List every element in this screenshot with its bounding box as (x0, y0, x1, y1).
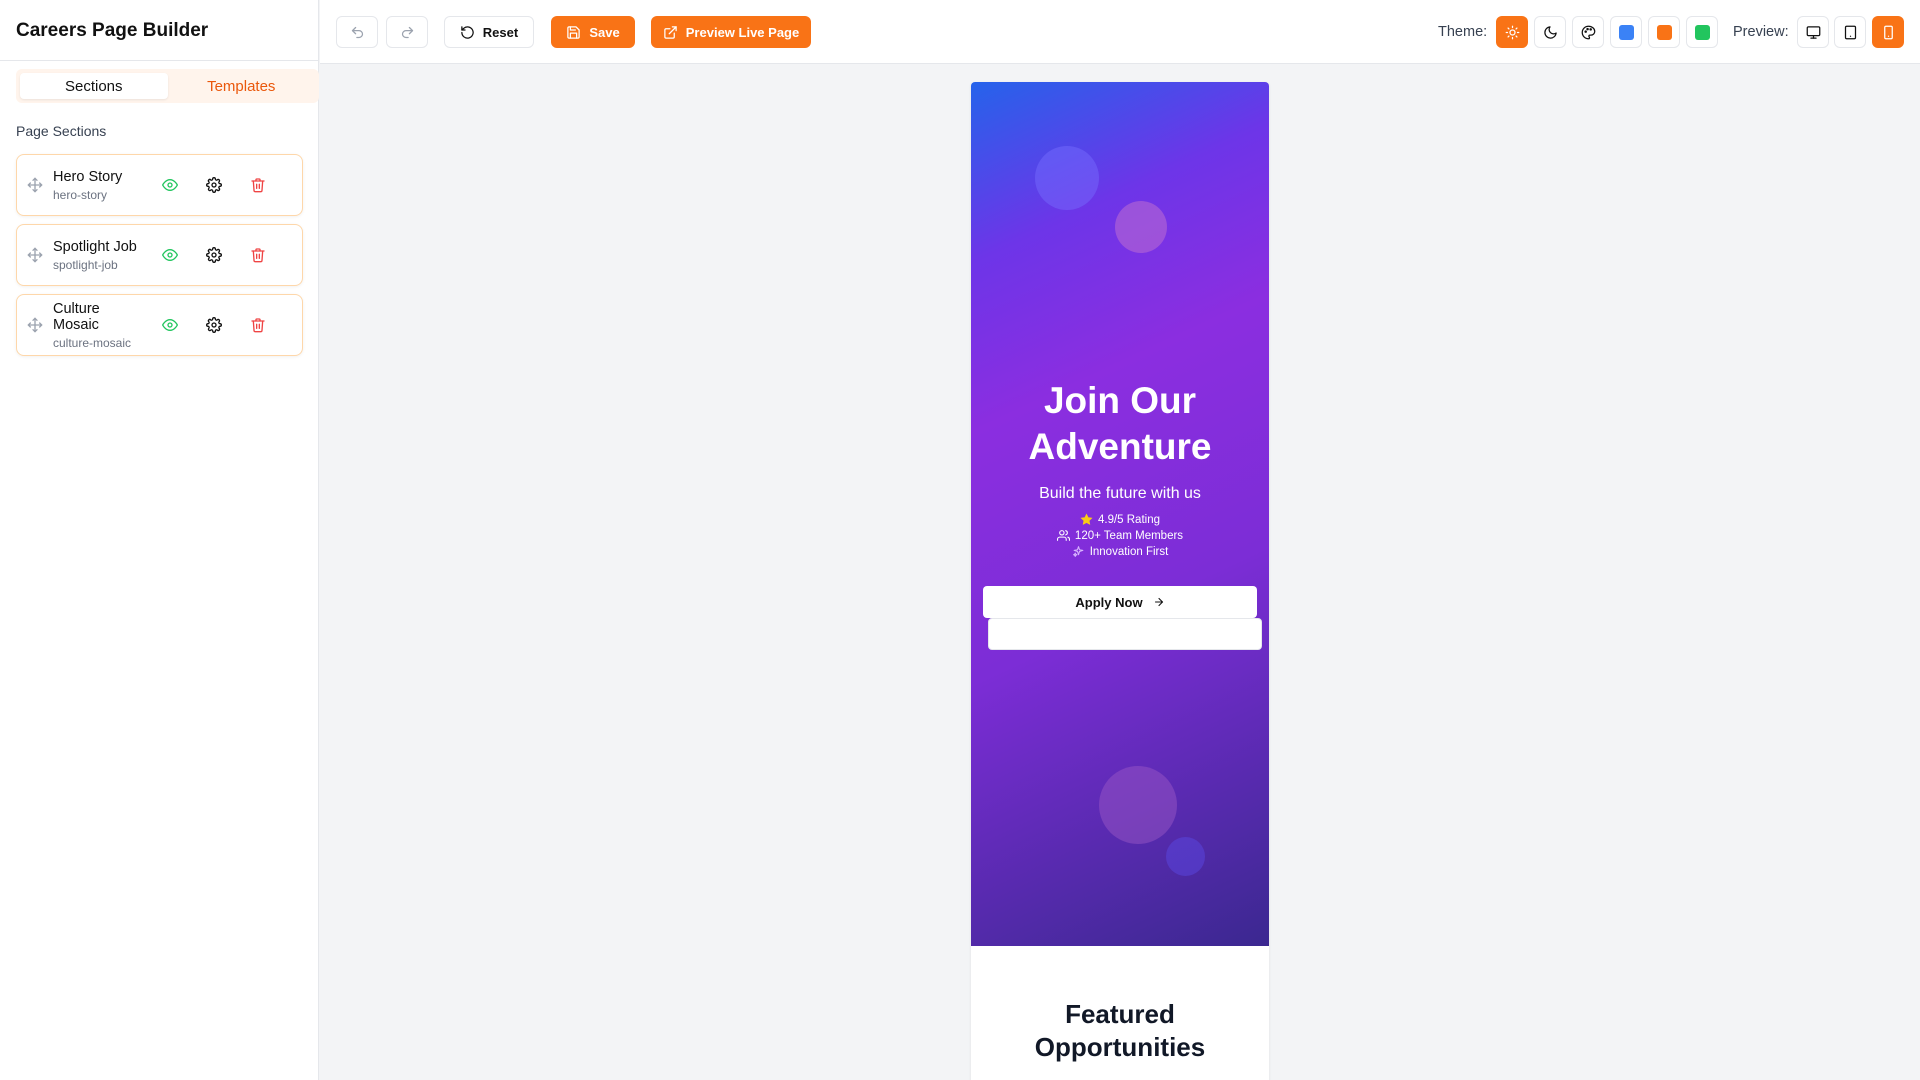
hero-title-line1: Join Our (1043, 380, 1197, 421)
gear-icon[interactable] (192, 239, 236, 271)
preview-tablet-button[interactable] (1834, 16, 1866, 48)
save-button[interactable]: Save (551, 16, 635, 48)
secondary-button[interactable] (988, 618, 1262, 650)
theme-label: Theme: (1438, 24, 1488, 40)
hero-title: Join Our Adventure (971, 378, 1269, 470)
tab-sections[interactable]: Sections (20, 73, 168, 99)
move-icon[interactable] (27, 177, 43, 193)
theme-orange-swatch[interactable] (1648, 16, 1680, 48)
redo-button[interactable] (386, 16, 428, 48)
hero-subtitle: Build the future with us (1039, 485, 1201, 502)
desktop-icon (1806, 25, 1821, 40)
sidebar-tabs: Sections Templates (16, 69, 319, 103)
orange-swatch (1656, 24, 1672, 40)
stat-text: Innovation First (1089, 545, 1169, 558)
save-label: Save (589, 24, 620, 40)
reset-icon (460, 25, 475, 40)
hero-title-line2: Adventure (1028, 426, 1212, 467)
featured-line2: Opportunities (1034, 1032, 1206, 1062)
section-list: Hero Story hero-story Spotlight Job spot… (16, 154, 303, 356)
moon-icon (1543, 25, 1558, 40)
move-icon[interactable] (27, 317, 43, 333)
eye-icon[interactable] (148, 309, 192, 341)
sidebar: Careers Page Builder Sections Templates … (0, 0, 319, 1080)
section-card-culture-mosaic[interactable]: Culture Mosaic culture-mosaic (16, 294, 303, 356)
eye-icon[interactable] (148, 239, 192, 271)
stat-innovation: Innovation First (971, 545, 1269, 558)
arrow-right-icon (1153, 596, 1165, 608)
page-sections-heading: Page Sections (16, 123, 107, 139)
reset-label: Reset (482, 24, 519, 40)
palette-icon (1581, 25, 1596, 40)
star-icon (1080, 513, 1093, 526)
decorative-circle (1035, 146, 1099, 210)
stat-team: 120+ Team Members (971, 529, 1269, 542)
section-card-hero-story[interactable]: Hero Story hero-story (16, 154, 303, 216)
hero-story-section[interactable]: Join Our Adventure Build the future with… (971, 82, 1269, 946)
section-id: spotlight-job (53, 257, 118, 272)
apply-now-label: Apply Now (1075, 594, 1143, 610)
theme-custom-button[interactable] (1572, 16, 1604, 48)
decorative-circle (1099, 766, 1177, 844)
stat-rating: 4.9/5 Rating (971, 513, 1269, 526)
redo-icon (400, 25, 415, 40)
reset-button[interactable]: Reset (444, 16, 534, 48)
toolbar: Reset Save Preview Live Page Theme: Prev… (320, 0, 1920, 64)
gear-icon[interactable] (192, 169, 236, 201)
trash-icon[interactable] (236, 169, 280, 201)
featured-opportunities-heading: Featured Opportunities (971, 998, 1269, 1064)
theme-green-swatch[interactable] (1686, 16, 1718, 48)
preview-desktop-button[interactable] (1797, 16, 1829, 48)
stat-text: 4.9/5 Rating (1097, 513, 1160, 526)
eye-icon[interactable] (148, 169, 192, 201)
sun-icon (1505, 25, 1520, 40)
theme-dark-button[interactable] (1534, 16, 1566, 48)
preview-live-page-button[interactable]: Preview Live Page (651, 16, 811, 48)
mobile-icon (1881, 25, 1896, 40)
external-link-icon (663, 25, 678, 40)
green-swatch (1694, 24, 1710, 40)
mobile-preview-frame: Join Our Adventure Build the future with… (971, 82, 1269, 1080)
move-icon[interactable] (27, 247, 43, 263)
theme-blue-swatch[interactable] (1610, 16, 1642, 48)
section-title: Spotlight Job (53, 238, 137, 255)
stat-text: 120+ Team Members (1074, 529, 1184, 542)
featured-line1: Featured (1065, 999, 1175, 1029)
apply-now-button[interactable]: Apply Now (983, 586, 1257, 618)
section-title: Culture Mosaic (53, 300, 100, 333)
gear-icon[interactable] (192, 309, 236, 341)
users-icon (1056, 529, 1070, 542)
decorative-circle (1115, 201, 1167, 253)
sparkles-icon (1072, 545, 1085, 558)
save-icon (566, 25, 581, 40)
undo-icon (350, 25, 365, 40)
section-id: culture-mosaic (53, 335, 132, 350)
preview-live-label: Preview Live Page (685, 24, 800, 40)
undo-button[interactable] (336, 16, 378, 48)
trash-icon[interactable] (236, 239, 280, 271)
app-title: Careers Page Builder (0, 0, 318, 61)
blue-swatch (1618, 24, 1634, 40)
preview-mobile-button[interactable] (1872, 16, 1904, 48)
section-card-spotlight-job[interactable]: Spotlight Job spotlight-job (16, 224, 303, 286)
section-id: hero-story (53, 187, 108, 202)
tab-templates[interactable]: Templates (168, 73, 316, 99)
section-title: Hero Story (53, 168, 123, 185)
theme-light-button[interactable] (1496, 16, 1528, 48)
tablet-icon (1843, 25, 1858, 40)
trash-icon[interactable] (236, 309, 280, 341)
decorative-circle (1166, 837, 1205, 876)
preview-label: Preview: (1733, 24, 1789, 40)
